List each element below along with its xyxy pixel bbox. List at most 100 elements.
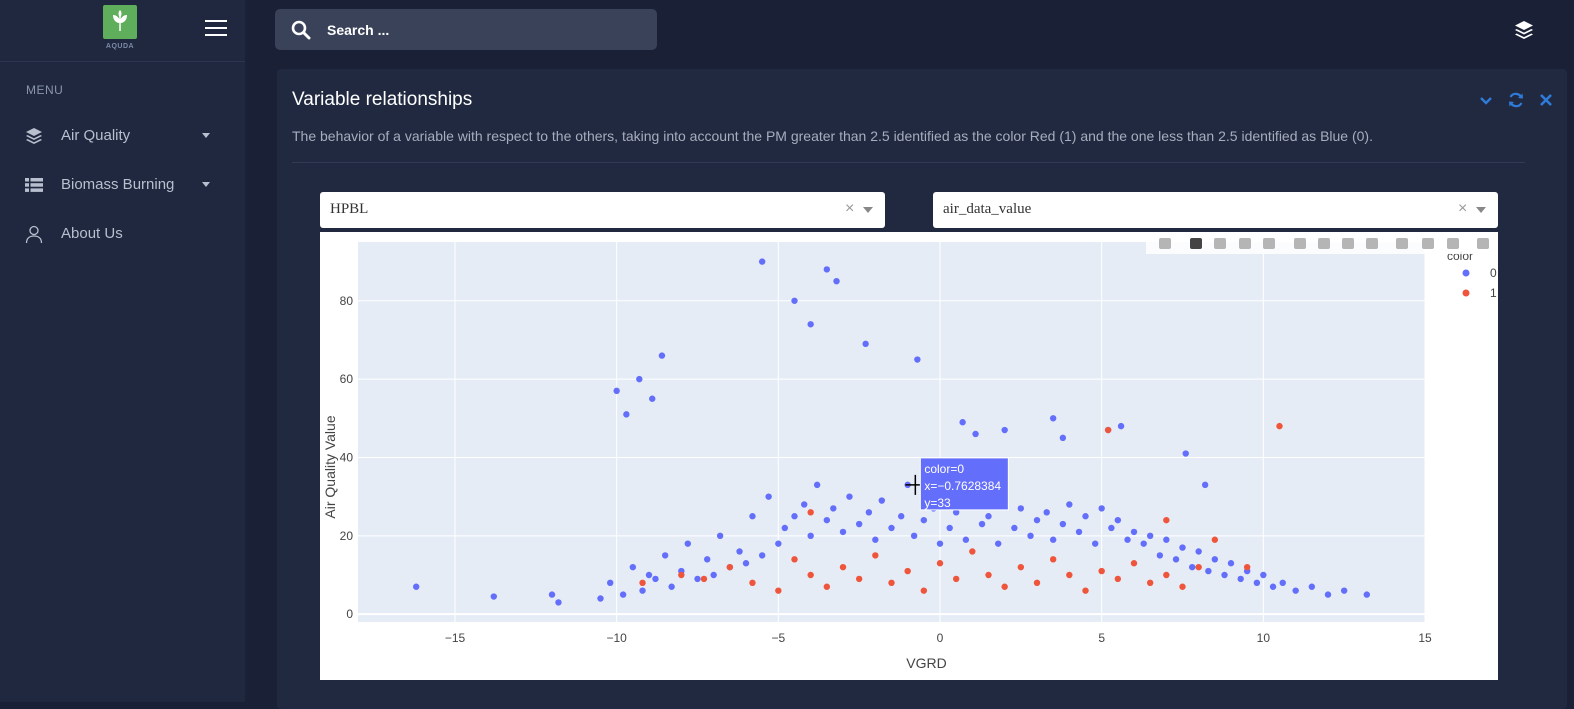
lasso-icon[interactable] [1263, 238, 1275, 249]
scatter-point-series-0 [1211, 556, 1219, 563]
sidebar-item-air-quality[interactable]: Air Quality [0, 116, 245, 156]
scatter-point-series-0 [765, 493, 772, 500]
scatter-plot[interactable]: −15 −10 −5 0 5 10 15 0 20 40 60 80 VGRD Air Quality V… [320, 232, 1498, 680]
close-icon[interactable] [1537, 91, 1555, 109]
scatter-point-series-0 [684, 540, 691, 547]
camera-icon[interactable] [1159, 238, 1171, 249]
scatter-point-series-1 [1033, 579, 1041, 587]
scatter-point-series-1 [1163, 571, 1170, 579]
legend-entry: 1 [1490, 286, 1497, 300]
plotly-logo-icon[interactable] [1477, 238, 1489, 249]
scatter-point-series-0 [613, 387, 620, 395]
scatter-point-series-0 [1205, 567, 1212, 575]
spike-lines-icon[interactable] [1396, 238, 1408, 249]
hover-closest-icon[interactable] [1422, 238, 1434, 249]
scatter-point-series-1 [807, 571, 814, 579]
box-select-icon[interactable] [1239, 238, 1251, 249]
scatter-point-series-0 [791, 513, 798, 520]
scatter-point-series-0 [742, 560, 750, 567]
scatter-point-series-0 [1182, 450, 1189, 457]
layers-icon[interactable] [1513, 19, 1535, 41]
scatter-point-series-1 [1130, 560, 1138, 567]
scatter-point-series-0 [1163, 536, 1170, 543]
scatter-point-series-0 [658, 352, 666, 359]
x-tick-label: 10 [1257, 631, 1271, 645]
scatter-point-series-0 [1308, 583, 1316, 590]
sidebar-item-about-us[interactable]: About Us [0, 214, 245, 254]
x-axis-label: VGRD [906, 655, 946, 671]
variable-relationships-card: Variable relationships The behavior of a… [277, 69, 1567, 709]
hamburger-menu-button[interactable] [205, 19, 227, 37]
scatter-point-series-1 [1001, 583, 1008, 590]
scatter-chart-svg[interactable]: −15 −10 −5 0 5 10 15020406080VGRDAir Quality V… [320, 232, 1498, 680]
scatter-point-series-0 [1124, 536, 1131, 543]
sidebar-item-label: Biomass Burning [61, 176, 175, 193]
scatter-point-series-0 [1130, 528, 1138, 536]
zoom-out-icon[interactable] [1318, 238, 1330, 249]
scatter-point-series-0 [1001, 426, 1008, 434]
y-tick-label: 80 [340, 294, 354, 308]
x-tick-label: 0 [937, 631, 944, 645]
scatter-point-series-0 [855, 520, 863, 528]
y-tick-label: 20 [340, 529, 354, 543]
reset-axes-icon[interactable] [1366, 238, 1378, 249]
pan-icon[interactable] [1214, 238, 1226, 249]
scatter-point-series-0 [1195, 548, 1202, 555]
scatter-point-series-0 [1156, 552, 1164, 559]
scatter-point-series-1 [904, 567, 911, 575]
scatter-point-series-0 [704, 556, 711, 563]
scatter-point-series-0 [865, 509, 873, 516]
sidebar-item-biomass-burning[interactable]: Biomass Burning [0, 165, 245, 205]
scatter-point-series-0 [807, 532, 814, 540]
menu-label: MENU [26, 83, 64, 97]
zoom-icon[interactable] [1190, 238, 1202, 249]
x-tick-label: −5 [771, 631, 785, 645]
scatter-point-series-1 [888, 579, 895, 587]
scatter-point-series-0 [1075, 528, 1083, 536]
search-input[interactable] [327, 19, 627, 41]
divider [292, 162, 1525, 163]
scatter-point-series-1 [1066, 571, 1073, 579]
x-variable-select[interactable]: HPBL × [320, 192, 885, 228]
scatter-point-series-0 [830, 505, 837, 512]
hover-compare-icon[interactable] [1447, 238, 1459, 249]
legend-entry: 0 [1490, 266, 1497, 280]
scatter-point-series-0 [862, 340, 869, 348]
scatter-point-series-0 [555, 599, 562, 606]
logo-icon[interactable] [103, 5, 137, 39]
search-box[interactable] [275, 9, 657, 50]
legend-marker-0 [1462, 269, 1470, 277]
scatter-point-series-1 [872, 552, 879, 559]
scatter-point-series-0 [1049, 536, 1057, 543]
scatter-point-series-0 [1092, 540, 1099, 547]
scatter-point-series-1 [1163, 516, 1170, 524]
scatter-point-series-0 [490, 593, 497, 600]
scatter-point-series-0 [1059, 434, 1067, 442]
scatter-point-series-0 [823, 516, 831, 524]
scatter-point-series-0 [413, 583, 420, 590]
dropdown-arrow-icon[interactable] [1476, 207, 1486, 213]
scatter-point-series-1 [1179, 583, 1186, 590]
top-bar [245, 0, 1574, 62]
scatter-point-series-0 [888, 524, 895, 532]
scatter-point-series-0 [1324, 591, 1332, 598]
scatter-point-series-0 [1179, 544, 1186, 551]
scatter-point-series-1 [1114, 575, 1122, 583]
refresh-icon[interactable] [1507, 91, 1525, 109]
scatter-point-series-1 [726, 563, 734, 571]
dropdown-arrow-icon[interactable] [863, 207, 873, 213]
scatter-point-series-0 [959, 419, 966, 426]
scatter-point-series-1 [952, 575, 960, 583]
scatter-point-series-0 [878, 497, 885, 504]
scatter-point-series-0 [781, 524, 788, 532]
y-variable-select[interactable]: air_data_value × [933, 192, 1498, 228]
autoscale-icon[interactable] [1342, 238, 1354, 249]
chevron-down-icon[interactable] [1477, 91, 1495, 109]
scatter-point-series-1 [1049, 556, 1057, 563]
legend-marker-1 [1462, 289, 1470, 297]
zoom-in-icon[interactable] [1294, 238, 1306, 249]
scatter-point-series-0 [1140, 540, 1147, 547]
clear-icon[interactable]: × [845, 200, 854, 218]
scatter-point-series-0 [936, 540, 944, 547]
clear-icon[interactable]: × [1458, 200, 1467, 218]
